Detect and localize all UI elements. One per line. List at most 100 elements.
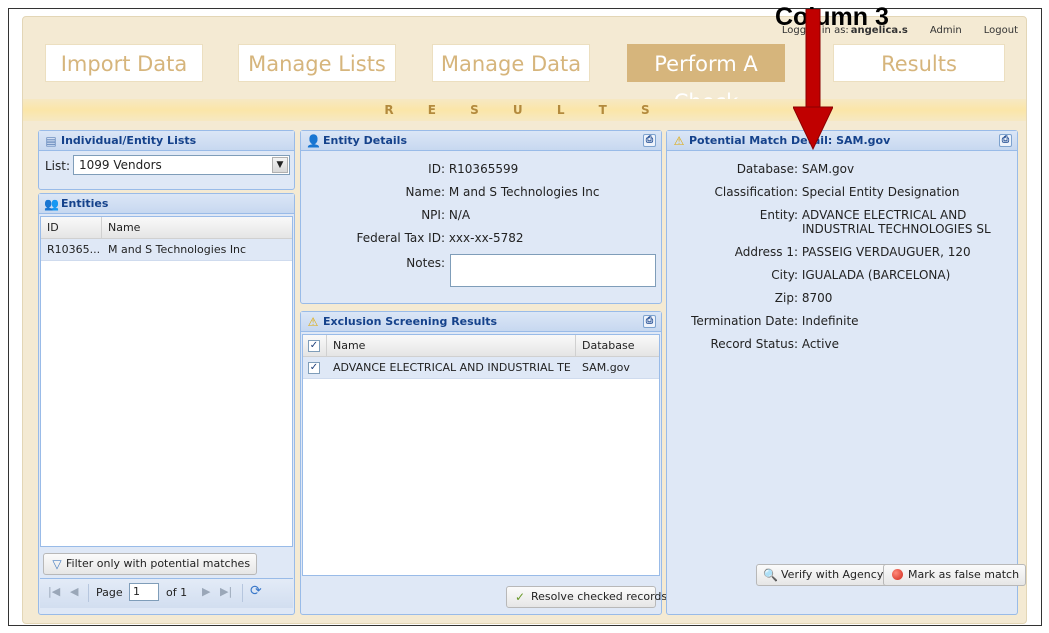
match-classification-label: Classification: (714, 185, 798, 199)
section-title: R E S U L T S (23, 99, 1026, 121)
detail-npi: NPI: N/A (301, 208, 470, 222)
filter-potential-matches-button[interactable]: ▽ Filter only with potential matches (43, 553, 258, 575)
detail-npi-value: N/A (448, 208, 471, 222)
table-row[interactable]: R10365... M and S Technologies Inc (41, 239, 292, 261)
row-checkbox[interactable]: ✓ (308, 362, 320, 374)
tab-import-data[interactable]: Import Data (45, 44, 203, 82)
filter-button-label: Filter only with potential matches (66, 557, 251, 570)
detail-tax-id: Federal Tax ID: xxx-xx-5782 (301, 231, 524, 245)
entity-id-cell: R10365... (47, 243, 101, 256)
next-page-icon[interactable]: ▶ (202, 585, 210, 598)
tab-perform-check[interactable]: Perform A Check (627, 44, 785, 114)
checkmark-icon: ✓ (514, 590, 526, 604)
logout-link[interactable]: Logout (984, 25, 1018, 36)
detail-name: Name: M and S Technologies Inc (301, 185, 600, 199)
app-window: Logged in as: angelica.s Admin Logout Impor… (22, 3, 1027, 624)
detail-id: ID: R10365599 (301, 162, 518, 176)
match-city: City: IGUALADA (BARCELONA) (667, 268, 950, 282)
list-icon: ▤ (45, 134, 57, 148)
magnifier-icon: 🔍 (763, 568, 778, 582)
match-database: Database: SAM.gov (667, 162, 854, 176)
match-termination-value: Indefinite (801, 314, 859, 328)
match-entity: Entity: ADVANCE ELECTRICAL AND (667, 208, 967, 222)
entity-details-header: 👤 Entity Details ⎙ (301, 131, 661, 151)
detail-tax-id-label: Federal Tax ID: (356, 231, 446, 245)
pager-toolbar: |◀ ◀ Page 1 of 1 ▶ ▶| ⟳ (40, 578, 293, 608)
detail-id-label: ID: (428, 162, 445, 176)
match-database-value: SAM.gov (801, 162, 855, 176)
entities-panel-title: Entities (61, 197, 109, 210)
detail-id-value: R10365599 (448, 162, 519, 176)
funnel-icon: ▽ (52, 557, 62, 571)
lists-panel: ▤ Individual/Entity Lists List: 1099 Ven… (38, 130, 295, 190)
potential-match-title: Potential Match Detail: SAM.gov (689, 134, 891, 147)
notes-textarea[interactable] (450, 254, 656, 287)
detail-notes: Notes: (301, 256, 445, 270)
potential-match-header: ⚠ Potential Match Detail: SAM.gov ⎙ (667, 131, 1017, 151)
page-label: Page (96, 586, 123, 599)
exclusion-results-title: Exclusion Screening Results (323, 315, 498, 328)
match-zip-value: 8700 (801, 291, 833, 305)
entities-grid: ID Name R10365... M and S Technologies I… (40, 216, 293, 547)
exclusion-grid: ✓ Name Database ✓ ADVANCE ELECTRICAL AND… (302, 334, 660, 576)
refresh-icon[interactable]: ⟳ (250, 583, 262, 599)
exclusion-database-cell: SAM.gov (582, 361, 630, 374)
person-icon: 👤 (306, 134, 321, 148)
list-select-value: 1099 Vendors (79, 158, 162, 172)
verify-button-label: Verify with Agency (781, 568, 884, 581)
page-count: of 1 (166, 586, 188, 599)
list-label: List: (45, 159, 71, 173)
match-address-value: PASSEIG VERDAUGUER, 120 (801, 245, 971, 259)
match-record-status: Record Status: Active (667, 337, 839, 351)
verify-with-agency-button[interactable]: 🔍 Verify with Agency (756, 564, 891, 586)
detail-name-value: M and S Technologies Inc (448, 185, 600, 199)
detail-name-label: Name: (405, 185, 445, 199)
people-icon: 👥 (44, 197, 59, 211)
match-classification: Classification: Special Entity Designati… (667, 185, 960, 199)
column-header-name[interactable]: Name (108, 217, 140, 239)
match-entity-value: ADVANCE ELECTRICAL AND (801, 208, 967, 222)
match-city-label: City: (771, 268, 798, 282)
column-header-name[interactable]: Name (333, 335, 365, 357)
list-select[interactable]: 1099 Vendors ▼ (73, 155, 290, 175)
print-icon[interactable]: ⎙ (643, 134, 656, 147)
lists-panel-header: ▤ Individual/Entity Lists (39, 131, 294, 151)
detail-tax-id-value: xxx-xx-5782 (448, 231, 524, 245)
column-header-id[interactable]: ID (47, 217, 59, 239)
detail-npi-label: NPI: (421, 208, 445, 222)
entities-panel: 👥 Entities ID Name R10365... M and S Tec… (38, 193, 295, 615)
last-page-icon[interactable]: ▶| (220, 585, 232, 598)
tab-manage-lists[interactable]: Manage Lists (238, 44, 396, 82)
match-status-value: Active (801, 337, 839, 351)
tab-manage-data[interactable]: Manage Data (432, 44, 590, 82)
exclusion-results-panel: ⚠ Exclusion Screening Results ⎙ ✓ Name D… (300, 311, 667, 615)
match-status-label: Record Status: (710, 337, 798, 351)
print-icon[interactable]: ⎙ (643, 315, 656, 328)
page-input[interactable]: 1 (129, 583, 159, 601)
match-database-label: Database: (736, 162, 798, 176)
match-classification-value: Special Entity Designation (801, 185, 960, 199)
exclusion-results-header: ⚠ Exclusion Screening Results ⎙ (301, 312, 661, 332)
column-header-database[interactable]: Database (582, 335, 635, 357)
table-row[interactable]: ✓ ADVANCE ELECTRICAL AND INDUSTRIAL TEC.… (303, 357, 659, 379)
select-all-checkbox[interactable]: ✓ (308, 340, 320, 352)
chevron-down-icon[interactable]: ▼ (272, 157, 288, 173)
prev-page-icon[interactable]: ◀ (70, 585, 78, 598)
match-zip: Zip: 8700 (667, 291, 833, 305)
tab-results[interactable]: Results (833, 44, 1005, 82)
admin-link[interactable]: Admin (930, 25, 962, 36)
annotation-arrow (793, 9, 833, 151)
exclusion-name-cell: ADVANCE ELECTRICAL AND INDUSTRIAL TEC... (333, 361, 571, 374)
entities-panel-header: 👥 Entities (39, 194, 294, 214)
detail-notes-label: Notes: (406, 256, 445, 270)
match-termination-label: Termination Date: (691, 314, 798, 328)
match-zip-label: Zip: (774, 291, 798, 305)
mark-false-match-button[interactable]: Mark as false match (883, 564, 1027, 586)
warning-icon: ⚠ (307, 315, 319, 329)
entity-details-title: Entity Details (323, 134, 407, 147)
match-city-value: IGUALADA (BARCELONA) (801, 268, 951, 282)
first-page-icon[interactable]: |◀ (48, 585, 60, 598)
print-icon[interactable]: ⎙ (999, 134, 1012, 147)
warning-icon: ⚠ (673, 134, 685, 148)
resolve-checked-button[interactable]: ✓ Resolve checked records (506, 586, 667, 608)
